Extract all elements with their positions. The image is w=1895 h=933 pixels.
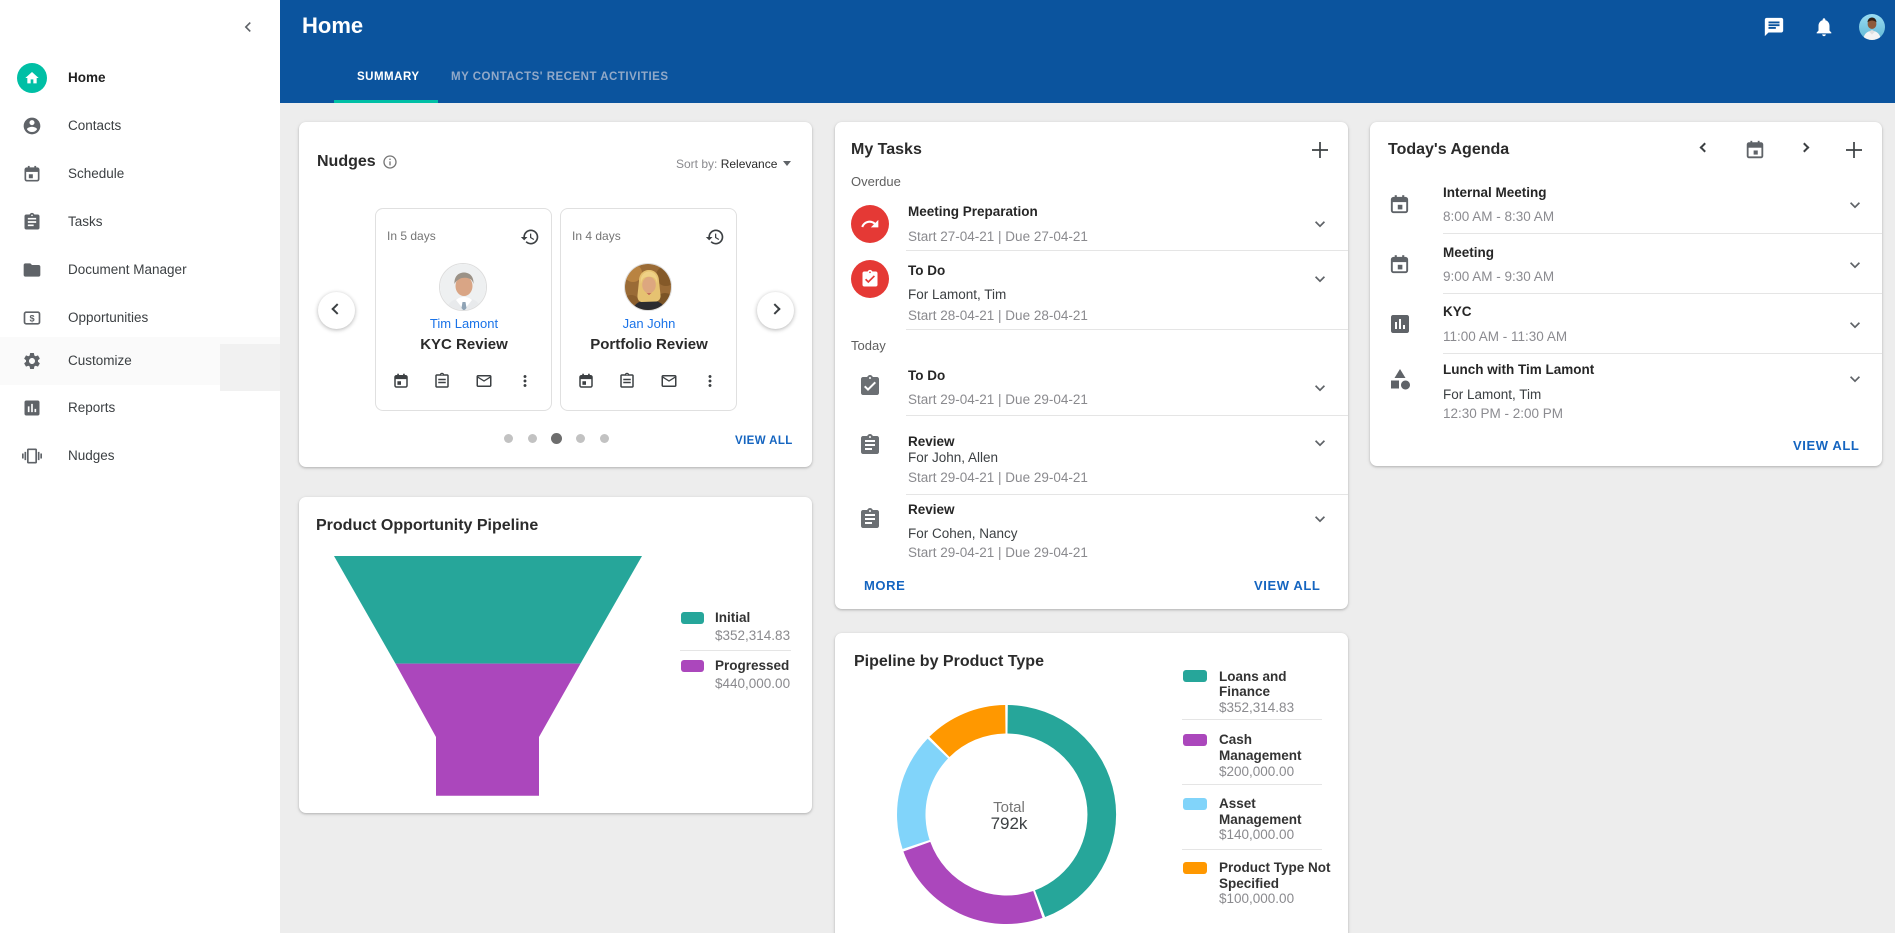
svg-text:$: $: [29, 313, 34, 323]
